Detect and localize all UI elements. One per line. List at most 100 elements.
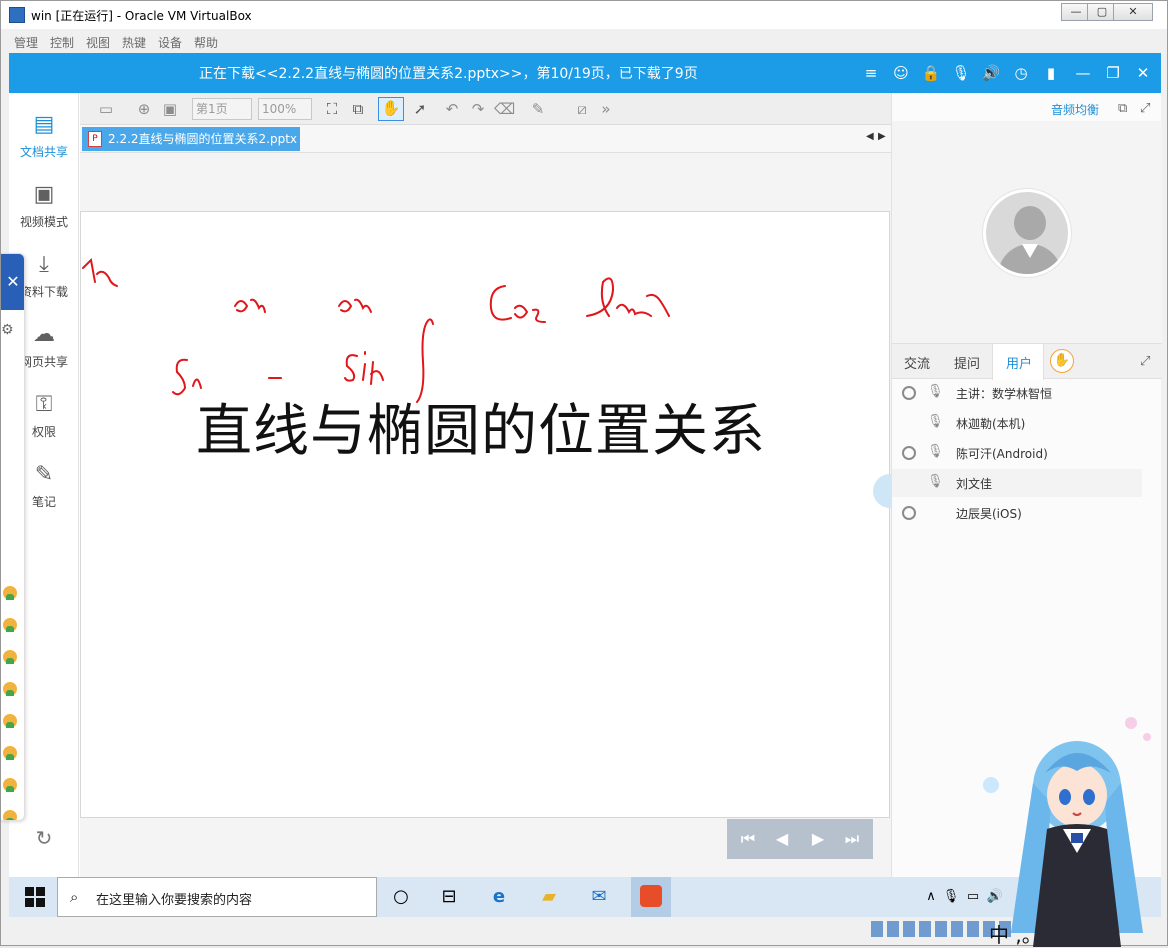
document-tabs: P 2.2.2直线与椭圆的位置关系2.pptx ◀ ▶	[80, 125, 891, 153]
menu-control[interactable]: 控制	[50, 34, 74, 51]
avatar	[3, 714, 17, 728]
nav-video-mode[interactable]: ▣ 视频模式	[9, 181, 79, 243]
windows-start-icon[interactable]	[25, 887, 45, 907]
new-page-icon[interactable]: ⊕	[134, 99, 154, 119]
handwriting-annotations	[82, 257, 670, 403]
minimize-icon[interactable]: —	[1073, 63, 1093, 83]
web-share-icon: ☁	[33, 322, 55, 347]
nav-document-share[interactable]: ▤ 文档共享	[9, 111, 79, 173]
permission-icon: ⚿	[35, 392, 53, 417]
refresh-icon[interactable]: ↻	[33, 827, 55, 849]
user-name: 陈可汗(Android)	[956, 447, 1048, 461]
more-icon[interactable]: »	[596, 99, 616, 119]
user-row[interactable]: 🎙 林迦勒(本机)	[892, 409, 1142, 437]
first-page-icon[interactable]: ⏮	[737, 829, 759, 849]
avatar	[3, 778, 17, 792]
close-button[interactable]: ✕	[1113, 3, 1153, 21]
slide-navigation: ⏮ ◀ ▶ ⏭	[727, 819, 873, 859]
document-tab[interactable]: P 2.2.2直线与椭圆的位置关系2.pptx	[82, 127, 300, 151]
microphone-icon[interactable]: 🎙	[951, 63, 971, 83]
user-row[interactable]: 🎙 主讲：数学林智恒	[892, 379, 1142, 407]
desktop-mascot-image	[983, 717, 1151, 947]
taskbar-search[interactable]: ⌕ 在这里输入你要搜索的内容	[57, 877, 377, 917]
close-icon[interactable]: ✕	[1133, 63, 1153, 83]
signal-icon: ▮	[1046, 64, 1056, 82]
menu-manage[interactable]: 管理	[14, 34, 38, 51]
classroom-app-icon[interactable]	[631, 877, 671, 917]
edge-icon[interactable]: e	[483, 883, 515, 911]
user-row[interactable]: 🎙 陈可汗(Android)	[892, 439, 1142, 467]
document-tab-label: 2.2.2直线与椭圆的位置关系2.pptx	[108, 132, 298, 146]
menu-hotkey[interactable]: 热键	[122, 34, 146, 51]
redo-icon[interactable]: ↷	[468, 99, 488, 119]
tab-question[interactable]: 提问	[954, 353, 980, 372]
zoom-select[interactable]: 100%	[258, 98, 312, 120]
expand-icon[interactable]: ⤢	[1140, 354, 1150, 369]
page-select[interactable]: 第1页	[192, 98, 252, 120]
chat-icon[interactable]: ☺	[891, 63, 911, 83]
document-toolbar: ▭ ⊕ ▣ 第1页 100% ⛶ ⧉ ✋ ➚ ↶ ↷ ⌫ ✎ ⧄ »	[80, 93, 891, 125]
shape-icon[interactable]: ⧄	[572, 99, 592, 119]
pen-icon[interactable]: ✎	[528, 99, 548, 119]
save-icon[interactable]: ▣	[160, 99, 180, 119]
pointer-icon[interactable]: ➚	[410, 99, 430, 119]
menu-view[interactable]: 视图	[86, 34, 110, 51]
settings-icon[interactable]: ⚙	[1, 322, 14, 338]
floating-user-panel: ✕ ⚙	[1, 253, 25, 821]
audio-balance-link[interactable]: 音频均衡	[1051, 101, 1099, 118]
eraser-icon[interactable]: ⌫	[494, 99, 515, 119]
panel-tabs: 交流 提问 用户 ✋ ⤢	[892, 343, 1162, 380]
menu-icon[interactable]: ≡	[861, 63, 881, 83]
virtualbox-window: win [正在运行] - Oracle VM VirtualBox — ▢ ✕ …	[0, 0, 1168, 947]
popout-icon[interactable]: ⤢	[1140, 101, 1150, 116]
close-icon[interactable]: ✕	[1, 254, 24, 310]
layout-icon[interactable]: ⧉	[1118, 101, 1127, 116]
avatar	[3, 650, 17, 664]
document-share-icon: ▤	[33, 112, 55, 137]
download-status-text: 正在下载<<2.2.2直线与椭圆的位置关系2.pptx>>，第10/19页，已下…	[199, 66, 698, 82]
note-icon: ✎	[34, 462, 54, 487]
avatar	[3, 682, 17, 696]
open-folder-icon[interactable]: ▭	[96, 99, 116, 119]
menu-devices[interactable]: 设备	[158, 34, 182, 51]
avatar	[983, 189, 1071, 277]
mail-icon[interactable]: ✉	[583, 883, 615, 911]
file-explorer-icon[interactable]: ▰	[533, 883, 565, 911]
restore-icon[interactable]: ❐	[1103, 63, 1123, 83]
microphone-icon: 🎙	[927, 474, 944, 489]
slide-canvas[interactable]: 直线与椭圆的位置关系	[80, 211, 891, 818]
search-input[interactable]: 在这里输入你要搜索的内容	[96, 889, 356, 908]
clock-icon[interactable]: ◷	[1011, 63, 1031, 83]
undo-icon[interactable]: ↶	[442, 99, 462, 119]
user-name: 刘文佳	[956, 477, 993, 491]
pptx-file-icon: P	[88, 131, 102, 147]
avatar	[3, 618, 17, 632]
tab-chat[interactable]: 交流	[904, 353, 930, 372]
tab-scroll-left-icon[interactable]: ◀	[866, 131, 874, 142]
tab-users[interactable]: 用户	[1006, 353, 1032, 372]
hand-tool-icon[interactable]: ✋	[378, 97, 404, 121]
lock-icon[interactable]: 🔒	[921, 63, 941, 83]
microphone-icon: 🎙	[927, 414, 944, 429]
menu-help[interactable]: 帮助	[194, 34, 218, 51]
camera-icon	[902, 446, 916, 460]
task-view-icon[interactable]: ⊟	[433, 883, 465, 911]
avatar	[3, 746, 17, 760]
avatar	[3, 810, 17, 820]
raise-hand-icon[interactable]: ✋	[1050, 349, 1074, 373]
fit-screen-icon[interactable]: ⛶	[322, 99, 342, 119]
user-row[interactable]: 边辰昊(iOS)	[892, 499, 1142, 527]
cortana-icon[interactable]: ○	[385, 883, 417, 911]
nav-label: 视频模式	[19, 215, 68, 229]
tab-scroll-right-icon[interactable]: ▶	[878, 131, 886, 142]
avatar	[3, 586, 17, 600]
user-name: 主讲：数学林智恒	[956, 387, 1053, 401]
export-icon[interactable]: ⧉	[348, 99, 368, 119]
last-page-icon[interactable]: ⏭	[841, 829, 863, 849]
next-page-icon[interactable]: ▶	[807, 829, 829, 849]
user-row[interactable]: 🎙 刘文佳	[892, 469, 1142, 497]
speaker-icon[interactable]: 🔊	[981, 63, 1001, 83]
prev-page-icon[interactable]: ◀	[771, 829, 793, 849]
app-header: 正在下载<<2.2.2直线与椭圆的位置关系2.pptx>>，第10/19页，已下…	[9, 53, 1161, 93]
teacher-video-area	[892, 121, 1162, 343]
